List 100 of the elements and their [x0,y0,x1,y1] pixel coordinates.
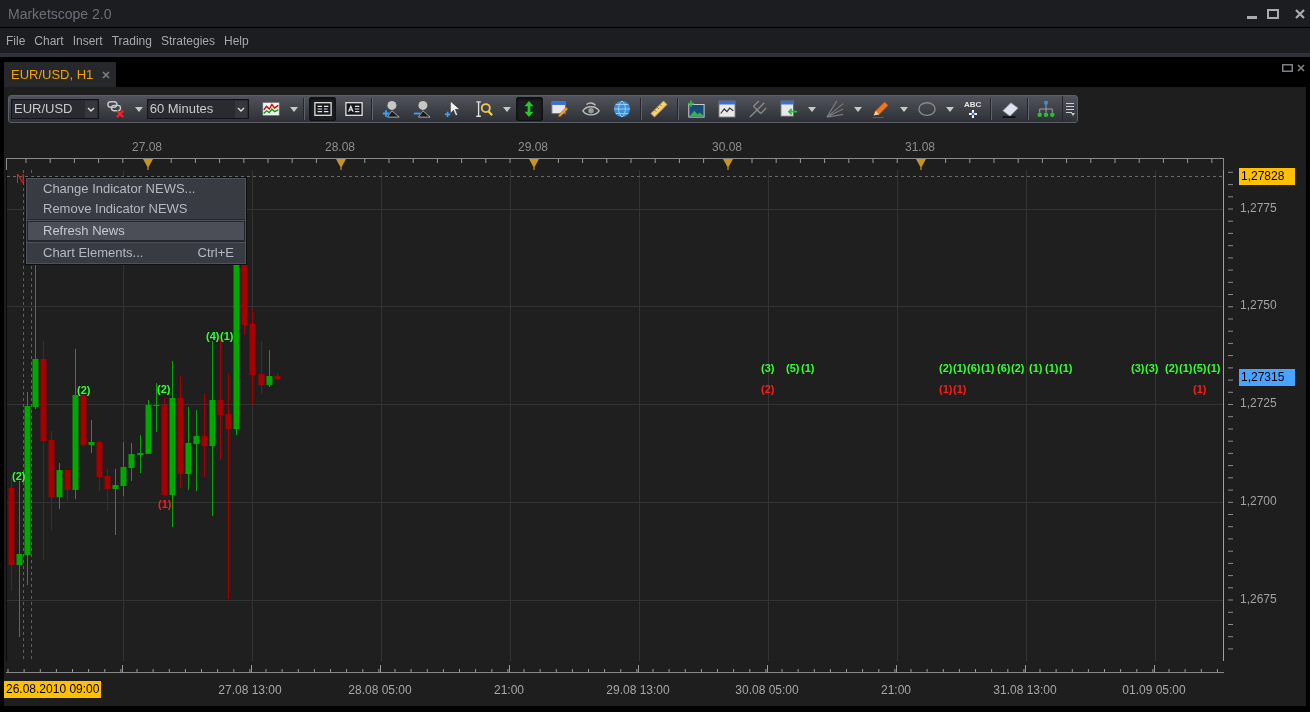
ellipse-icon [917,100,936,118]
price-label: 1,27828 [1239,168,1295,185]
caret-icon [289,106,298,112]
news-count-label: (1) [981,362,995,375]
menu-item[interactable]: Chart Elements... Ctrl+E [27,243,245,263]
window-arrow-icon [779,100,798,118]
maximize-icon[interactable] [1267,8,1279,19]
time-label: 21:00 [494,682,524,698]
timeframe-dropdown[interactable]: 60 Minutes [146,99,249,119]
news-count-label: (6) [997,362,1011,375]
news-count-label: (1) [953,362,967,375]
caret-icon [945,106,954,112]
chevron-down-icon [234,100,247,118]
cursor-icon [443,100,462,118]
zoom-in-icon [381,100,400,118]
news-count-label: (2) [1011,362,1025,375]
ruler-icon [650,100,669,118]
menu-item[interactable]: Trading [111,34,152,47]
caret-icon [135,106,144,112]
caret-icon [502,106,511,112]
pitchfork-icon [749,100,768,118]
tool-label: ABC [963,100,982,109]
toolbar-button[interactable] [516,97,543,121]
marker-icon [723,159,733,170]
marker-icon [143,159,153,170]
time-label: 28.08 05:00 [348,682,412,698]
news-count-label: (1) [801,362,815,375]
panel-icon [344,100,363,118]
menu-item[interactable]: Chart [34,34,64,47]
news-count-label: (1) [1207,362,1221,375]
news-count-label: (1) [953,383,967,396]
news-count-label: (1) [1045,362,1059,375]
caret-icon [807,106,816,112]
marker-icon [529,159,539,170]
window-title: Marketscope 2.0 [8,6,112,21]
price-label: 1,27315 [1239,369,1295,386]
news-count-label: (1) [1029,362,1043,375]
news-count-label: (2) [939,362,953,375]
time-label: 29.08 13:00 [606,682,670,698]
magnifier-icon [474,100,493,118]
eye-icon [582,100,601,118]
line-chart-icon [261,100,280,118]
zoom-out-icon [412,100,431,118]
date-label: 30.08 [712,140,742,154]
time-label: 26.08.2010 09:00 [4,681,102,698]
news-count-label: (3) [1145,362,1159,375]
window-pencil-icon [551,100,570,118]
fan-lines-icon [825,100,844,118]
price-label: 1,2700 [1240,493,1277,510]
time-label: 21:00 [881,682,911,698]
overflow-button[interactable] [1062,96,1077,122]
toolbar-button[interactable]: ABC [959,97,987,121]
news-count-label: (1) [1059,362,1073,375]
news-count-label: (5) [786,362,800,375]
eraser-icon [1000,100,1019,118]
close-icon[interactable] [102,70,111,79]
date-label: 28.08 [325,140,355,154]
caret-icon [853,106,862,112]
indicator-label: N [16,172,25,186]
symbol-dropdown[interactable]: EUR/USD [11,99,99,119]
news-count-label: (3) [1131,362,1145,375]
menu-item[interactable]: Help [224,34,249,47]
chart-tab[interactable]: EUR/USD, H1 [4,62,117,87]
menu-item[interactable]: Insert [72,34,103,47]
plus-icon [968,109,977,118]
date-label: 27.08 [132,140,162,154]
close-icon[interactable] [1295,8,1305,19]
price-label: 1,2675 [1240,591,1277,608]
news-count-label: (2) [761,383,775,396]
date-label: 31.08 [905,140,935,154]
time-label: 30.08 05:00 [735,682,799,698]
close-icon[interactable] [1297,64,1305,72]
date-label: 29.08 [518,140,548,154]
restore-icon[interactable] [1282,64,1293,72]
image-add-icon [687,100,706,118]
price-label: 1,2725 [1240,395,1277,412]
menu-item[interactable]: Remove Indicator NEWS [27,199,245,219]
marker-icon [336,159,346,170]
overflow-menu-icon [1065,102,1075,116]
globe-icon [613,100,632,118]
news-count-label: (2) [1165,362,1179,375]
news-count-label: (1) [1193,383,1207,396]
unlink-icon [107,100,126,118]
menu-item[interactable]: Change Indicator NEWS... [27,179,245,199]
caret-icon [899,106,908,112]
time-label: 01.09 05:00 [1122,682,1186,698]
menu-item[interactable]: Refresh News [27,221,245,241]
news-count-label: (1) [1179,362,1193,375]
menu-item[interactable]: File [6,34,26,47]
toolbar-button[interactable] [309,97,337,121]
chart-window-icon [718,100,737,118]
chevron-down-icon [84,100,97,118]
shortcut-label: Ctrl+E [197,244,234,263]
news-count-label: (3) [761,362,775,375]
hierarchy-icon [1037,100,1056,118]
pencil-icon [871,100,890,118]
marker-icon [916,159,926,170]
menu-item[interactable]: Strategies [160,34,215,47]
panel-icon [313,100,332,118]
time-label: 27.08 13:00 [218,682,282,698]
